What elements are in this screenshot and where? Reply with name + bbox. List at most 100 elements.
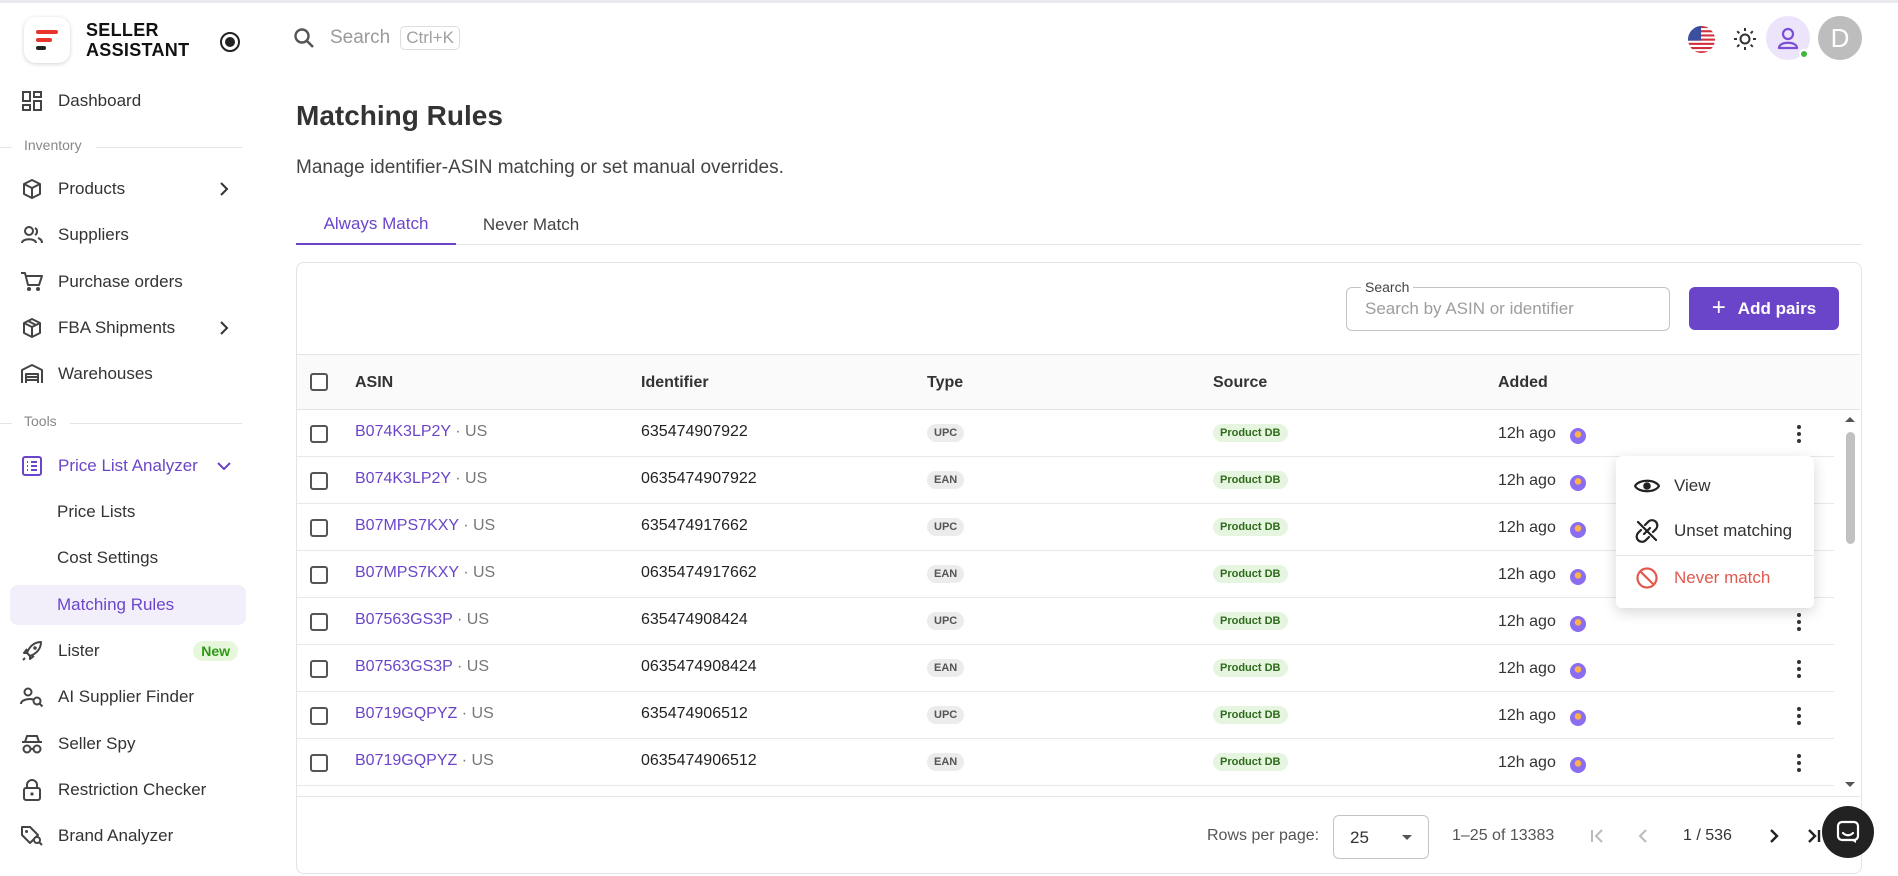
menu-item-never-match[interactable]: Never match — [1616, 556, 1814, 600]
sidebar-item-matching-rules[interactable]: Matching Rules — [10, 585, 246, 625]
asin-link[interactable]: B07MPS7KXY — [355, 517, 459, 534]
row-menu-icon[interactable] — [1789, 752, 1809, 774]
brand-line2: ASSISTANT — [86, 40, 190, 60]
row-checkbox[interactable] — [310, 472, 328, 490]
type-chip: UPC — [927, 424, 965, 442]
column-header-source[interactable]: Source — [1213, 374, 1267, 392]
row-menu-icon[interactable] — [1789, 658, 1809, 680]
column-header-asin[interactable]: ASIN — [355, 374, 393, 392]
first-page-button[interactable] — [1582, 821, 1612, 851]
asin-link[interactable]: B07MPS7KXY — [355, 564, 459, 581]
page-title: Matching Rules — [296, 100, 503, 131]
table-scrollbar[interactable] — [1842, 410, 1858, 794]
rocket-icon — [20, 639, 44, 663]
sidebar-item-ai-supplier-finder[interactable]: AI Supplier Finder — [10, 677, 246, 717]
sidebar-item-cost-settings[interactable]: Cost Settings — [10, 538, 246, 578]
sidebar-item-suppliers[interactable]: Suppliers — [10, 215, 246, 255]
added-time: 12h ago — [1498, 707, 1556, 724]
sidebar-item-restriction-checker[interactable]: Restriction Checker — [10, 770, 246, 810]
row-checkbox[interactable] — [310, 566, 328, 584]
sidebar-item-price-list-analyzer[interactable]: Price List Analyzer — [10, 446, 246, 486]
divider — [0, 147, 12, 148]
asin-link[interactable]: B0719GQPYZ — [355, 705, 457, 722]
added-time: 12h ago — [1498, 519, 1556, 536]
sidebar-item-seller-spy[interactable]: Seller Spy — [10, 724, 246, 764]
chevron-right-icon — [220, 182, 229, 196]
last-page-icon — [1808, 829, 1821, 843]
search-field[interactable]: Search — [1346, 279, 1670, 331]
page-indicator: 1 / 536 — [1683, 827, 1732, 844]
row-checkbox[interactable] — [310, 707, 328, 725]
source-chip: Product DB — [1213, 612, 1288, 630]
table-header: ASIN Identifier Type Source Added — [297, 354, 1860, 410]
scroll-thumb[interactable] — [1846, 432, 1855, 544]
row-checkbox[interactable] — [310, 613, 328, 631]
asin-link[interactable]: B074K3LP2Y — [355, 423, 451, 440]
divider — [0, 423, 12, 424]
menu-item-view[interactable]: View — [1616, 464, 1814, 508]
type-chip: EAN — [927, 659, 965, 677]
tab-never-match[interactable]: Never Match — [456, 205, 606, 245]
row-menu-icon[interactable] — [1789, 423, 1809, 445]
sidebar-item-brand-analyzer[interactable]: Brand Analyzer — [10, 816, 246, 856]
next-page-button[interactable] — [1759, 821, 1789, 851]
asin-link[interactable]: B0719GQPYZ — [355, 752, 457, 769]
sidebar-item-products[interactable]: Products — [10, 169, 246, 209]
asin-link[interactable]: B074K3LP2Y — [355, 470, 451, 487]
first-page-icon — [1591, 829, 1603, 843]
added-time: 12h ago — [1498, 566, 1556, 583]
row-menu-icon[interactable] — [1789, 705, 1809, 727]
search-input[interactable] — [1365, 299, 1655, 319]
user-avatar[interactable]: D — [1818, 16, 1862, 60]
column-header-identifier[interactable]: Identifier — [641, 374, 709, 392]
type-chip: UPC — [927, 612, 965, 630]
asin-link[interactable]: B07563GS3P — [355, 658, 453, 675]
asin-link[interactable]: B07563GS3P — [355, 611, 453, 628]
sidebar-item-lister[interactable]: Lister New — [10, 631, 246, 671]
add-pairs-button[interactable]: + Add pairs — [1689, 287, 1839, 330]
prev-page-button[interactable] — [1628, 821, 1658, 851]
added-time: 12h ago — [1498, 754, 1556, 771]
sidebar-item-price-lists[interactable]: Price Lists — [10, 492, 246, 532]
sidebar-item-dashboard[interactable]: Dashboard — [10, 81, 246, 121]
row-checkbox[interactable] — [310, 660, 328, 678]
row-menu-icon[interactable] — [1789, 611, 1809, 633]
source-chip: Product DB — [1213, 471, 1288, 489]
pin-sidebar-icon[interactable] — [220, 32, 240, 52]
sidebar-item-label: FBA Shipments — [58, 318, 176, 337]
row-checkbox[interactable] — [310, 754, 328, 772]
sidebar-item-label: Warehouses — [58, 364, 153, 383]
select-all-checkbox[interactable] — [310, 373, 328, 391]
type-chip: EAN — [927, 753, 965, 771]
table-row: B074K3LP2Y · US 0635474907922 EAN Produc… — [297, 457, 1834, 504]
search-shortcut-hint: Ctrl+K — [400, 26, 460, 50]
rows-per-page-select[interactable]: 25 — [1333, 815, 1429, 859]
global-search[interactable]: Search Ctrl+K — [292, 26, 460, 50]
marketplace: · US — [455, 423, 488, 440]
theme-toggle-icon[interactable] — [1733, 27, 1757, 51]
tab-always-match[interactable]: Always Match — [296, 205, 456, 245]
scroll-down-icon[interactable] — [1842, 780, 1858, 790]
row-context-menu: View Unset matching Never match — [1616, 456, 1814, 608]
scroll-up-icon[interactable] — [1842, 414, 1858, 424]
row-checkbox[interactable] — [310, 425, 328, 443]
source-chip: Product DB — [1213, 706, 1288, 724]
warehouse-icon — [20, 362, 44, 386]
chat-launcher[interactable] — [1822, 806, 1874, 858]
menu-item-unset-matching[interactable]: Unset matching — [1616, 509, 1814, 553]
row-checkbox[interactable] — [310, 519, 328, 537]
sidebar-item-purchase-orders[interactable]: Purchase orders — [10, 262, 246, 302]
column-header-added[interactable]: Added — [1498, 374, 1548, 392]
sidebar-item-label: Products — [58, 179, 126, 198]
sidebar-item-fba-shipments[interactable]: FBA Shipments — [10, 308, 246, 348]
us-flag-icon[interactable] — [1688, 26, 1715, 53]
sidebar-item-warehouses[interactable]: Warehouses — [10, 354, 246, 394]
chat-icon — [1836, 820, 1860, 843]
column-header-type[interactable]: Type — [927, 374, 963, 392]
brand[interactable]: SELLER ASSISTANT — [24, 17, 189, 63]
add-pairs-label: Add pairs — [1737, 298, 1817, 318]
marketplace: · US — [463, 517, 496, 534]
identifier: 635474907922 — [641, 423, 748, 440]
table-row: B074K3LP2Y · US 635474907922 UPC Product… — [297, 410, 1834, 457]
sidebar-item-label: Purchase orders — [58, 272, 183, 291]
